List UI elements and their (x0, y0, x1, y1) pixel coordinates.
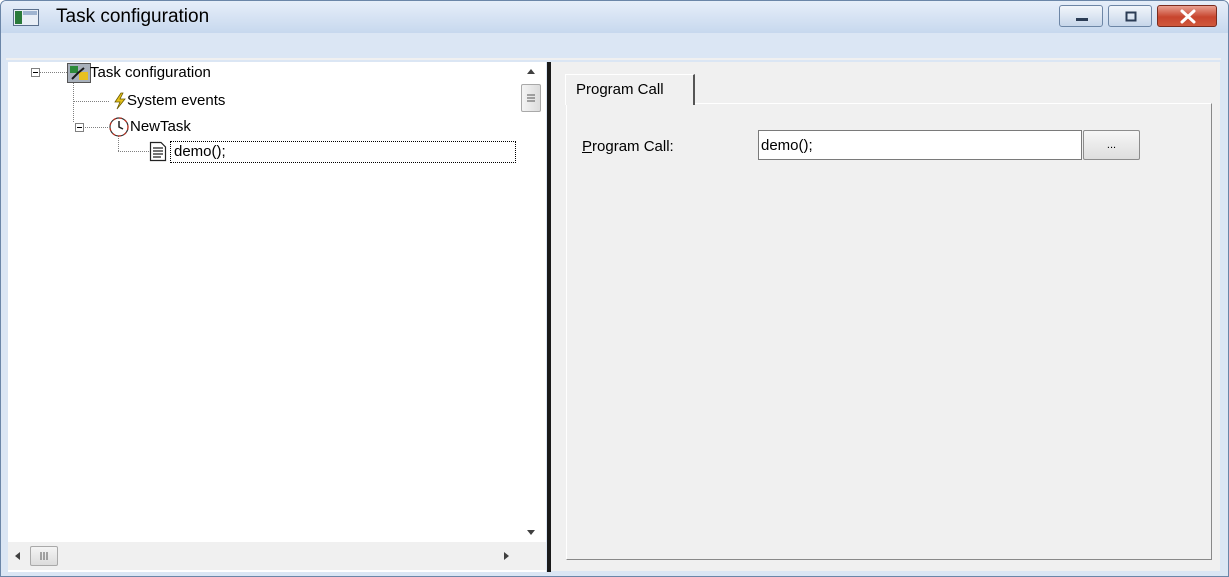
tree-connector (83, 127, 108, 128)
maximize-button[interactable] (1108, 5, 1152, 27)
arrow-right-icon (504, 552, 509, 560)
tab-program-call[interactable]: Program Call (565, 74, 695, 105)
minimize-button[interactable] (1059, 5, 1103, 27)
scroll-down-button[interactable] (516, 522, 546, 542)
restore-icon (1125, 11, 1137, 22)
tree-node-label: NewTask (130, 118, 191, 135)
tree-node-demo[interactable]: demo(); (174, 143, 226, 161)
window-app-icon (13, 9, 39, 26)
tree-node-label: Task configuration (90, 64, 211, 81)
tree-node-label: System events (127, 92, 226, 109)
tree-connector (39, 72, 67, 73)
scroll-left-button[interactable] (8, 546, 28, 566)
lightning-icon (114, 92, 126, 110)
tree-connector (73, 82, 74, 122)
clock-icon (109, 117, 129, 137)
tree-node-label: demo(); (174, 143, 226, 160)
tree-vertical-scrollbar[interactable] (516, 62, 546, 542)
grip-icon (40, 552, 48, 560)
document-icon (149, 141, 167, 162)
scroll-up-button[interactable] (516, 62, 546, 82)
client-area-top (6, 58, 1221, 60)
scroll-right-button[interactable] (496, 546, 516, 566)
arrow-left-icon (15, 552, 20, 560)
tree-connector (118, 136, 119, 151)
tab-content-program-call (566, 103, 1212, 560)
arrow-down-icon (527, 530, 535, 535)
grip-icon (527, 94, 535, 102)
close-button[interactable] (1157, 5, 1217, 27)
task-tree-pane: Task configuration System events NewTask… (8, 62, 546, 572)
task-tree[interactable]: Task configuration System events NewTask… (8, 62, 516, 542)
minimize-icon (1076, 18, 1088, 21)
title-bar[interactable]: Task configuration (1, 1, 1228, 33)
program-call-input[interactable] (758, 130, 1082, 160)
tree-connector (118, 151, 151, 152)
close-icon (1180, 9, 1196, 24)
tree-node-system-events[interactable]: System events (127, 92, 225, 110)
arrow-up-icon (527, 69, 535, 74)
tab-label: Program Call (576, 81, 664, 98)
tree-connector (73, 101, 109, 102)
scrollbar-corner (516, 542, 546, 570)
tree-horizontal-scrollbar[interactable] (8, 542, 516, 570)
task-configuration-icon (67, 63, 91, 83)
collapse-toggle-newtask[interactable] (75, 123, 84, 132)
collapse-toggle-task-configuration[interactable] (31, 68, 40, 77)
tree-node-task-configuration[interactable]: Task configuration (90, 64, 211, 82)
window-title: Task configuration (56, 6, 210, 27)
program-call-label: Program Call: (582, 138, 674, 155)
horizontal-scroll-thumb[interactable] (30, 546, 58, 566)
vertical-scroll-thumb[interactable] (521, 84, 541, 112)
browse-button[interactable]: ... (1083, 130, 1140, 160)
tree-node-newtask[interactable]: NewTask (130, 118, 191, 136)
